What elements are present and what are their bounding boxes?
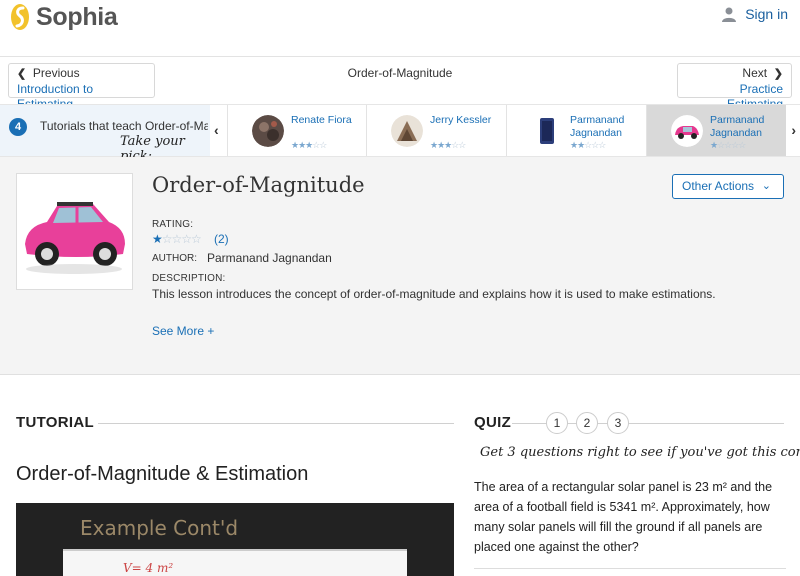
tutorial-card[interactable]: Jerry Kessler ★★★☆☆ xyxy=(366,105,506,156)
tutorial-card[interactable]: Renate Fiora ★★★☆☆ xyxy=(227,105,367,156)
strip-prev-arrow-icon[interactable]: ‹ xyxy=(214,122,219,138)
video-handwriting: V= 4 m² xyxy=(123,561,174,575)
quiz-step-1[interactable]: 1 xyxy=(546,412,568,434)
signin-link[interactable]: Sign in xyxy=(721,6,788,22)
tutorials-count-text: Tutorials that teach Order-of-Magnitude xyxy=(40,119,208,133)
pink-car-image xyxy=(17,174,132,289)
author-label: AUTHOR: xyxy=(152,253,197,264)
quiz-heading: QUIZ xyxy=(474,414,512,431)
next-label: Next xyxy=(742,66,768,80)
description-label: DESCRIPTION: xyxy=(152,273,226,284)
tutorial-card[interactable]: Parmanand Jagnandan ★★☆☆☆ xyxy=(506,105,646,156)
quiz-step-2[interactable]: 2 xyxy=(576,412,598,434)
tutorial-heading-rule xyxy=(98,423,454,424)
tutorial-video-player[interactable]: Example Cont'd V= 4 m² xyxy=(16,503,454,576)
sophia-logo-icon xyxy=(11,4,29,30)
tutorial-thumbnail xyxy=(391,115,423,147)
quiz-question: The area of a rectangular solar panel is… xyxy=(474,480,773,554)
chevron-right-icon: ❯ xyxy=(773,68,783,80)
lesson-thumbnail xyxy=(16,173,133,290)
quiz-step-3[interactable]: 3 xyxy=(607,412,629,434)
strip-next-arrow-icon[interactable]: › xyxy=(791,122,796,138)
tutorial-author: Renate Fiora xyxy=(291,114,352,126)
sophia-logo[interactable]: Sophia xyxy=(10,2,118,32)
tutorial-thumbnail xyxy=(252,115,284,147)
user-icon xyxy=(722,7,737,22)
see-more-link[interactable]: See More + xyxy=(152,324,214,338)
tutorial-author: Jerry Kessler xyxy=(430,114,492,126)
tutorial-rating-stars: ★★★☆☆ xyxy=(291,140,327,150)
brand-name: Sophia xyxy=(36,2,118,31)
author-name: Parmanand Jagnandan xyxy=(207,251,332,265)
tutorial-rating-stars: ★★★☆☆ xyxy=(430,140,466,150)
tutorials-count-badge: 4 xyxy=(9,118,27,136)
video-slide-title: Example Cont'd xyxy=(80,516,239,540)
rating-count[interactable]: (2) xyxy=(214,232,229,246)
lesson-info: Order-of-Magnitude Other Actions ⌄ RATIN… xyxy=(0,157,800,375)
tutorial-rating-stars: ★★☆☆☆ xyxy=(570,140,606,150)
site-header: Sophia Sign in xyxy=(0,0,800,57)
tutorials-strip: 4 Tutorials that teach Order-of-Magnitud… xyxy=(0,104,800,164)
tutorials-count-panel: 4 Tutorials that teach Order-of-Magnitud… xyxy=(0,105,210,164)
tutorial-heading: TUTORIAL xyxy=(16,414,94,431)
tutorial-rating-stars: ★☆☆☆☆ xyxy=(710,140,746,150)
lesson-description: This lesson introduces the concept of or… xyxy=(152,287,716,301)
lesson-nav: ❮ Previous Introduction to Estimating Or… xyxy=(0,57,800,111)
quiz-divider xyxy=(474,568,786,569)
rating-stars: ★☆☆☆☆ xyxy=(152,232,202,246)
rating-label: RATING: xyxy=(152,219,194,230)
tutorial-thumbnail xyxy=(531,115,563,147)
next-button[interactable]: Next ❯ Practice Estimating xyxy=(677,63,792,111)
tutorial-author: Parmanand Jagnandan xyxy=(710,114,765,139)
tutorial-card-selected[interactable]: Parmanand Jagnandan ★☆☆☆☆ xyxy=(646,105,786,156)
other-actions-dropdown[interactable]: Other Actions ⌄ xyxy=(672,174,784,199)
tutorial-title: Order-of-Magnitude & Estimation xyxy=(16,463,309,485)
tutorial-author: Parmanand Jagnandan xyxy=(570,114,625,139)
chevron-down-icon: ⌄ xyxy=(761,180,771,192)
quiz-hint: Get 3 questions right to see if you've g… xyxy=(480,445,800,460)
lesson-title: Order-of-Magnitude xyxy=(152,173,365,197)
signin-label: Sign in xyxy=(745,6,788,22)
video-whiteboard: V= 4 m² xyxy=(63,549,407,576)
tutorial-thumbnail xyxy=(671,115,703,147)
other-actions-label: Other Actions xyxy=(682,179,755,193)
